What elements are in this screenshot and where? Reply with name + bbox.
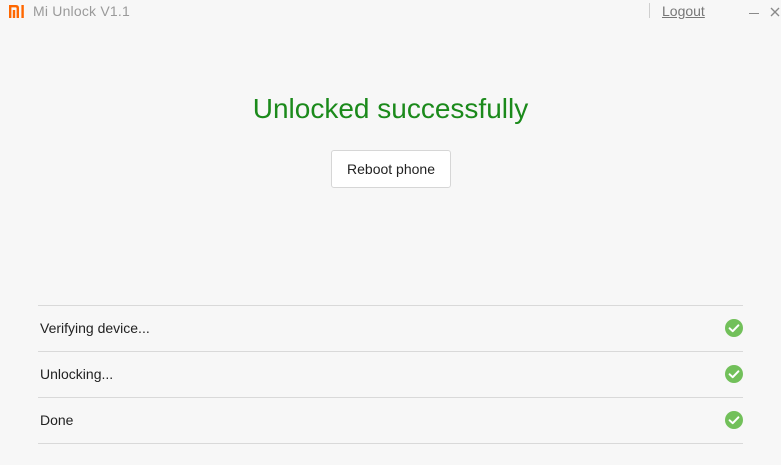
step-row-verifying: Verifying device... bbox=[38, 305, 743, 351]
minimize-button[interactable] bbox=[747, 3, 761, 19]
app-title: Mi Unlock V1.1 bbox=[33, 3, 130, 19]
status-headline: Unlocked successfully bbox=[252, 93, 529, 124]
minimize-icon bbox=[749, 13, 759, 14]
titlebar-divider bbox=[649, 3, 650, 18]
close-button[interactable] bbox=[768, 3, 781, 19]
mi-logo-icon bbox=[9, 5, 24, 18]
check-circle-icon bbox=[725, 411, 743, 429]
title-bar: Mi Unlock V1.1 Logout bbox=[0, 0, 781, 24]
check-circle-icon bbox=[725, 365, 743, 383]
step-row-unlocking: Unlocking... bbox=[38, 351, 743, 397]
step-label: Done bbox=[40, 412, 74, 428]
check-circle-icon bbox=[725, 319, 743, 337]
logout-link[interactable]: Logout bbox=[662, 3, 705, 19]
progress-steps-list: Verifying device... Unlocking... Done bbox=[38, 305, 743, 444]
step-label: Unlocking... bbox=[40, 366, 114, 382]
close-icon bbox=[770, 7, 780, 17]
step-label: Verifying device... bbox=[40, 320, 150, 336]
step-row-done: Done bbox=[38, 397, 743, 444]
reboot-phone-button[interactable]: Reboot phone bbox=[331, 150, 451, 188]
